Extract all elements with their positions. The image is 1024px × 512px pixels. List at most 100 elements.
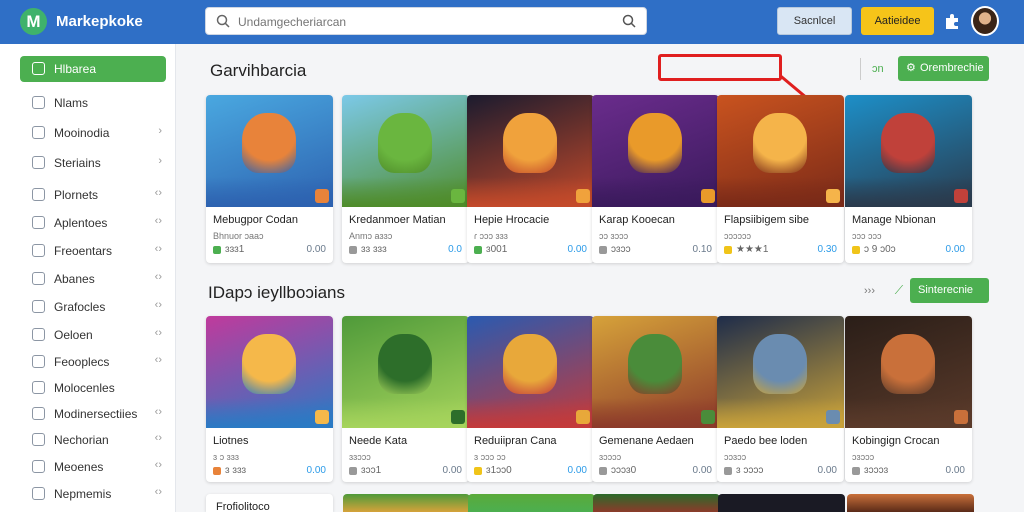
card-peek[interactable] xyxy=(468,494,595,512)
card-thumbnail[interactable] xyxy=(342,95,469,207)
chevron-icon: ‹› xyxy=(154,459,162,471)
character-art xyxy=(753,334,807,394)
card-title[interactable]: Gemenane Aedaen xyxy=(599,435,694,447)
card-thumbnail[interactable] xyxy=(206,316,333,428)
card-peek[interactable] xyxy=(593,494,720,512)
card-title[interactable]: Kobingign Crocan xyxy=(852,435,939,447)
card-price[interactable]: 0.00 xyxy=(693,465,712,476)
square-icon xyxy=(32,300,45,313)
card-thumbnail[interactable] xyxy=(342,316,469,428)
sidebar-item[interactable]: Meoenes ‹› xyxy=(20,454,166,480)
art-shade xyxy=(342,398,469,428)
game-card[interactable]: Manage Nbionan ɔɔɔ ɔɔɔ ɔ 9 ɔ0ɔ 0.00 xyxy=(845,95,972,263)
card-title[interactable]: Mebugpor Codan xyxy=(213,214,298,226)
card-price[interactable]: 0.00 xyxy=(818,465,837,476)
card-price[interactable]: 0.00 xyxy=(946,244,965,255)
more-icon[interactable]: ››› xyxy=(864,285,875,297)
sidebar-item[interactable]: Plornets ‹› xyxy=(20,182,166,208)
sidebar-item[interactable]: Nepmemis ‹› xyxy=(20,481,166,507)
card-meta: ɜɔɔɔɔ xyxy=(599,452,622,462)
card-price[interactable]: 0.30 xyxy=(818,244,837,255)
card-peek[interactable] xyxy=(343,494,470,512)
card-title[interactable]: Karap Kooecan xyxy=(599,214,675,226)
secondary-button[interactable]: Sacnlcel xyxy=(777,7,852,35)
sidebar-item[interactable]: Feooplecs ‹› xyxy=(20,349,166,375)
section-action-button[interactable]: ⚙ Orembrechie xyxy=(898,56,989,81)
game-card[interactable]: Karap Kooecan ɔɔ ɜɔɔɔ ɔɜɔɔ 0.10 xyxy=(592,95,719,263)
character-art xyxy=(881,334,935,394)
card-thumbnail[interactable] xyxy=(467,95,594,207)
card-peek[interactable] xyxy=(847,494,974,512)
brand-name[interactable]: Markepkoke xyxy=(56,13,143,30)
sidebar-item[interactable]: Aplentoes ‹› xyxy=(20,210,166,236)
primary-button[interactable]: Aatieidee xyxy=(861,7,934,35)
search-input[interactable] xyxy=(238,12,618,32)
card-price[interactable]: 0.00 xyxy=(946,465,965,476)
section-action-button-2[interactable]: Sinterecnie xyxy=(910,278,989,303)
card-thumbnail[interactable] xyxy=(845,316,972,428)
card-title[interactable]: Neede Kata xyxy=(349,435,407,447)
card-thumbnail[interactable] xyxy=(845,95,972,207)
game-card[interactable]: Mebugpor Codan Bhnuor ɔaaɔ ɜɜɜ1 0.00 xyxy=(206,95,333,263)
sidebar-item[interactable]: Oeloen ‹› xyxy=(20,322,166,348)
card-title[interactable]: Kredanmoer Matian xyxy=(349,214,446,226)
card-price[interactable]: 0.00 xyxy=(568,244,587,255)
card-title[interactable]: Reduiipran Cana xyxy=(474,435,557,447)
card-price[interactable]: 0.0 xyxy=(448,244,462,255)
game-card[interactable]: Gemenane Aedaen ɜɔɔɔɔ ɔɔɔɜ0 0.00 xyxy=(592,316,719,482)
game-card[interactable]: Kobingign Crocan ɔɜɔɔɔ ɜɔɔɔɜ 0.00 xyxy=(845,316,972,482)
sidebar-item[interactable]: Nlams xyxy=(20,90,166,116)
card-price[interactable]: 0.00 xyxy=(568,465,587,476)
sidebar-item[interactable]: Nechorian ‹› xyxy=(20,427,166,453)
search-submit-icon[interactable] xyxy=(622,14,636,28)
sidebar-item[interactable]: Grafocles ‹› xyxy=(20,294,166,320)
chevron-icon: ‹› xyxy=(154,243,162,255)
card-thumbnail[interactable] xyxy=(592,95,719,207)
search-bar[interactable] xyxy=(205,7,647,35)
card-thumbnail[interactable] xyxy=(592,316,719,428)
game-card[interactable]: Hepie Hrocacie ɾ ɔɔɔ ɜɜɜ ɜ001 0.00 xyxy=(467,95,594,263)
section-link[interactable]: ɔn xyxy=(872,63,884,75)
card-title[interactable]: Liotnes xyxy=(213,435,248,447)
card-title[interactable]: Paedo bee loden xyxy=(724,435,807,447)
card-title[interactable]: Hepie Hrocacie xyxy=(474,214,549,226)
card-meta: Bhnuor ɔaaɔ xyxy=(213,231,264,241)
card-price[interactable]: 0.00 xyxy=(307,465,326,476)
card-rating: ɔ 9 ɔ0ɔ xyxy=(864,244,896,255)
game-card[interactable]: Liotnes ɜ ɔ ɜɜɜ ɜ ɜɜɜ 0.00 xyxy=(206,316,333,482)
card-price[interactable]: 0.10 xyxy=(693,244,712,255)
filter-icon[interactable]: ⟋ xyxy=(889,278,909,303)
game-card[interactable]: Paedo bee loden ɔɔɜɔɔ ɜ ɔɔɔɔ 0.00 xyxy=(717,316,844,482)
card-thumbnail[interactable] xyxy=(717,316,844,428)
sidebar-item[interactable]: Modinersectiies ‹› xyxy=(20,401,166,427)
art-shade xyxy=(592,177,719,207)
sidebar-item[interactable]: Mooinodia › xyxy=(20,120,166,146)
card-price[interactable]: 0.00 xyxy=(307,244,326,255)
sidebar-item[interactable]: Steriains › xyxy=(20,150,166,176)
game-card[interactable]: Flapsiibigem sibe ɔɔɔɔɔɔ ★★★1 0.30 xyxy=(717,95,844,263)
card-rating: ɜɔɔ1 xyxy=(361,465,382,476)
card-thumbnail[interactable] xyxy=(717,95,844,207)
sidebar-item-label: Molocenles xyxy=(54,381,115,395)
sidebar-item[interactable]: Molocenles xyxy=(20,375,166,401)
sidebar-item-label: Nlams xyxy=(54,96,89,110)
game-card[interactable]: Neede Kata ɜɜɔɔɔ ɜɔɔ1 0.00 xyxy=(342,316,469,482)
sidebar-item[interactable]: Freoentars ‹› xyxy=(20,238,166,264)
logo-icon[interactable]: M xyxy=(20,8,47,35)
game-card[interactable]: Kredanmoer Matian Anmɔ aɜɜɔ ɜɜ ɜɜɜ 0.0 xyxy=(342,95,469,263)
top-bar: M Markepkoke Sacnlcel Aatieidee xyxy=(0,0,1024,44)
sidebar-item[interactable]: Hlbarea xyxy=(20,56,166,82)
sidebar-item-label: Nepmemis xyxy=(54,487,112,501)
card-thumbnail[interactable] xyxy=(206,95,333,207)
sidebar-item[interactable]: Abanes ‹› xyxy=(20,266,166,292)
puzzle-icon[interactable] xyxy=(943,12,961,30)
sidebar-item-label: Feooplecs xyxy=(54,355,110,369)
card-peek[interactable] xyxy=(718,494,845,512)
sidebar-item-label: Oeloen xyxy=(54,328,93,342)
game-card[interactable]: Reduiipran Cana ɜ ɔɔɔ ɔɔ ɜ1ɔɔ0 0.00 xyxy=(467,316,594,482)
card-price[interactable]: 0.00 xyxy=(443,465,462,476)
card-title[interactable]: Flapsiibigem sibe xyxy=(724,214,809,226)
card-title[interactable]: Manage Nbionan xyxy=(852,214,936,226)
avatar[interactable] xyxy=(971,6,999,36)
card-thumbnail[interactable] xyxy=(467,316,594,428)
